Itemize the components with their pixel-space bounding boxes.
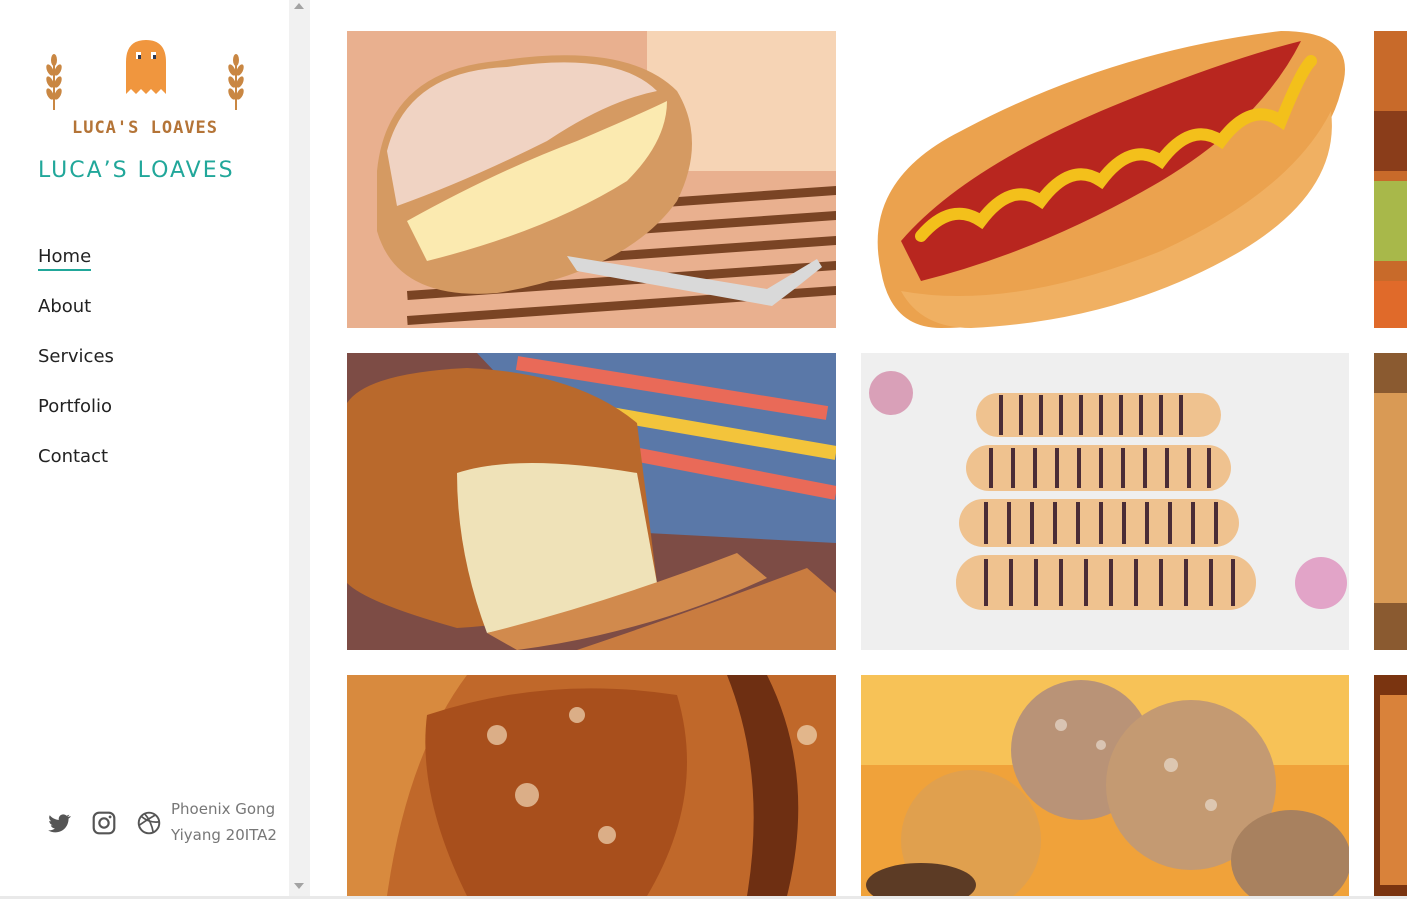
striped-rolls-image bbox=[861, 353, 1349, 650]
site-title[interactable]: LUCA’S LOAVES bbox=[38, 158, 235, 183]
nav-item-home[interactable]: Home bbox=[38, 244, 114, 294]
scroll-up-icon[interactable] bbox=[294, 3, 304, 9]
twitter-icon[interactable] bbox=[46, 810, 72, 836]
gallery-item-assorted-breads[interactable] bbox=[861, 675, 1349, 896]
partial-food-image bbox=[1374, 353, 1407, 650]
nav-item-services[interactable]: Services bbox=[38, 344, 114, 394]
main-nav: Home About Services Portfolio Contact bbox=[38, 244, 114, 494]
gallery-item-hot-dog[interactable] bbox=[861, 31, 1349, 328]
nav-item-contact[interactable]: Contact bbox=[38, 444, 114, 494]
gallery-item-sliced-bread[interactable] bbox=[347, 353, 836, 650]
nav-item-portfolio[interactable]: Portfolio bbox=[38, 394, 114, 444]
cream-bun-image bbox=[347, 31, 836, 328]
scroll-down-icon[interactable] bbox=[294, 883, 304, 889]
rustic-bread-image bbox=[347, 675, 836, 896]
nav-item-label: Contact bbox=[38, 446, 109, 467]
gallery-item-partial-1[interactable] bbox=[1374, 31, 1407, 328]
nav-item-label: Home bbox=[38, 246, 92, 271]
sidebar-footer: Phoenix Gong Yiyang 20ITA2 bbox=[46, 800, 286, 846]
nav-item-label: About bbox=[38, 296, 92, 317]
gallery-item-partial-3[interactable] bbox=[1374, 675, 1407, 896]
gallery-item-rustic-bread[interactable] bbox=[347, 675, 836, 896]
nav-item-label: Services bbox=[38, 346, 114, 367]
credit-line-2: Yiyang 20ITA2 bbox=[171, 826, 277, 844]
assorted-breads-image bbox=[861, 675, 1349, 896]
sliced-bread-image bbox=[347, 353, 836, 650]
partial-food-image bbox=[1374, 31, 1407, 328]
sidebar: LUCA'S LOAVES LUCA’S LOAVES Home About S… bbox=[0, 0, 289, 899]
partial-food-image bbox=[1374, 675, 1407, 896]
wheat-ghost-logo-icon bbox=[46, 40, 244, 110]
dribbble-icon[interactable] bbox=[136, 810, 162, 836]
instagram-icon[interactable] bbox=[91, 810, 117, 836]
gallery-item-striped-rolls[interactable] bbox=[861, 353, 1349, 650]
nav-item-label: Portfolio bbox=[38, 396, 113, 417]
credit-line-1: Phoenix Gong bbox=[171, 800, 276, 818]
gallery-item-partial-2[interactable] bbox=[1374, 353, 1407, 650]
sidebar-scrollbar[interactable] bbox=[289, 0, 310, 899]
site-logo[interactable]: LUCA'S LOAVES bbox=[40, 36, 250, 146]
credit-text: Phoenix Gong Yiyang 20ITA2 bbox=[171, 796, 277, 848]
gallery-item-cream-bun[interactable] bbox=[347, 31, 836, 328]
nav-item-about[interactable]: About bbox=[38, 294, 114, 344]
hot-dog-image bbox=[861, 31, 1349, 328]
logo-wordmark: LUCA'S LOAVES bbox=[71, 118, 219, 138]
